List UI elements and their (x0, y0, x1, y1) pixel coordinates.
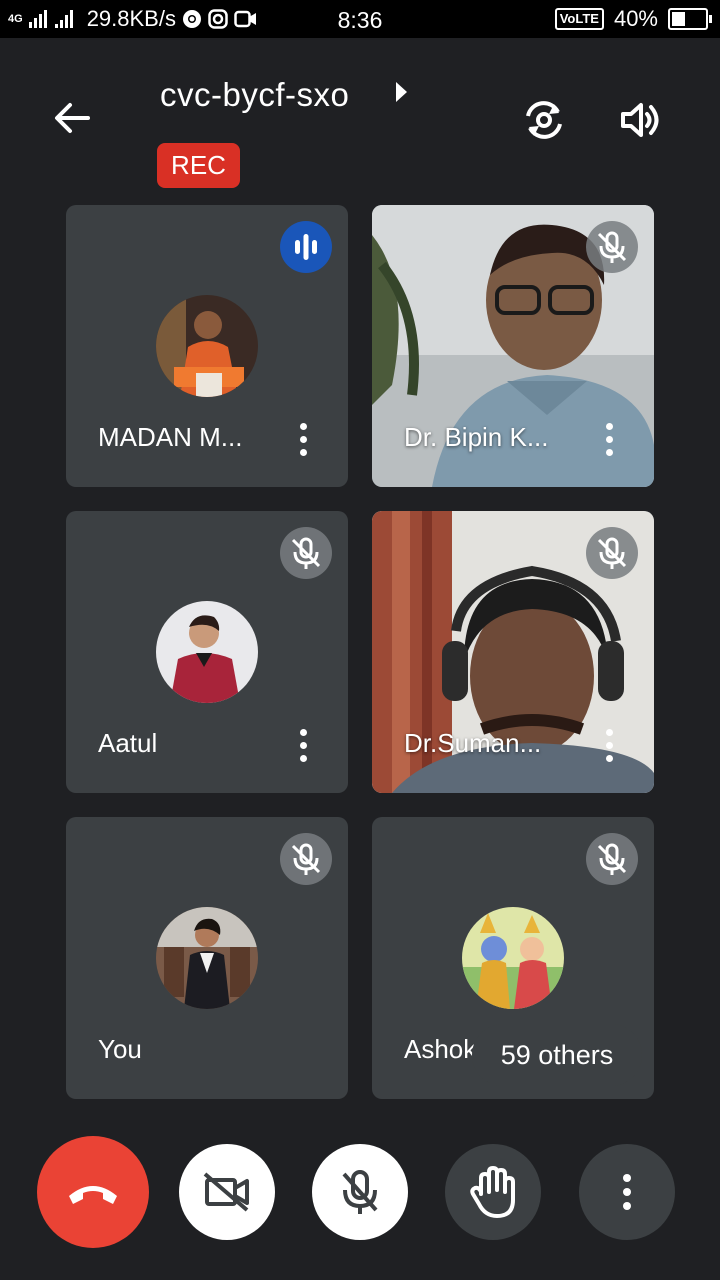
speaker-button[interactable] (617, 96, 665, 144)
status-bar: 4G 29.8KB/s 8:36 VoLTE 40% (0, 0, 720, 38)
participant-name: Ashok (404, 1034, 477, 1064)
more-vert-icon[interactable] (604, 423, 614, 457)
meeting-code[interactable]: cvc-bycf-sxo (160, 76, 349, 114)
more-vert-icon (623, 1174, 631, 1210)
participant-name: Dr. Bipin K... (404, 422, 549, 452)
more-vert-icon[interactable] (298, 423, 308, 457)
end-call-button[interactable] (37, 1136, 149, 1248)
camera-switch-icon (526, 101, 562, 139)
mic-off-icon (586, 527, 638, 579)
mic-off-icon (280, 833, 332, 885)
more-vert-icon[interactable] (298, 729, 308, 763)
camera-toggle-button[interactable] (179, 1144, 275, 1240)
participant-name: Dr.Suman... (404, 728, 542, 758)
participant-name: MADAN M... (98, 422, 243, 452)
switch-camera-button[interactable] (520, 96, 568, 144)
battery-percent: 40% (613, 6, 658, 31)
more-options-button[interactable] (579, 1144, 675, 1240)
battery-fill (672, 12, 685, 26)
speaker-icon (621, 103, 659, 137)
participant-tile[interactable]: Dr. Bipin K... (372, 205, 654, 487)
caret-right-icon[interactable] (396, 82, 407, 102)
more-vert-icon[interactable] (604, 729, 614, 763)
avatar (462, 907, 564, 1009)
mic-off-icon (586, 833, 638, 885)
speaking-indicator-icon (280, 221, 332, 273)
participant-tile-self[interactable]: You (66, 817, 348, 1099)
others-count-button[interactable]: 59 others (472, 1024, 642, 1086)
mic-off-icon (586, 221, 638, 273)
participant-name: Aatul (98, 728, 158, 758)
back-button[interactable] (50, 96, 94, 140)
recording-badge: REC (157, 143, 240, 188)
raise-hand-button[interactable] (445, 1144, 541, 1240)
phone-hangup-icon (69, 1186, 117, 1204)
participant-name: You (98, 1034, 142, 1064)
hand-icon (470, 1166, 515, 1218)
participant-tile[interactable]: Aatul (66, 511, 348, 793)
video-off-icon (203, 1172, 249, 1212)
meeting-header: cvc-bycf-sxo REC (0, 38, 720, 198)
status-right: VoLTE 40% (554, 6, 712, 32)
mic-off-icon (280, 527, 332, 579)
mic-off-icon (342, 1170, 378, 1214)
avatar (156, 601, 258, 703)
mic-toggle-button[interactable] (312, 1144, 408, 1240)
volte-indicator: VoLTE (554, 8, 604, 30)
participant-tile[interactable]: MADAN M... (66, 205, 348, 487)
battery-icon (668, 8, 712, 30)
arrow-left-icon (55, 103, 90, 133)
avatar (156, 907, 258, 1009)
call-controls (0, 1130, 720, 1260)
participant-tile[interactable]: Dr.Suman... (372, 511, 654, 793)
avatar (156, 295, 258, 397)
